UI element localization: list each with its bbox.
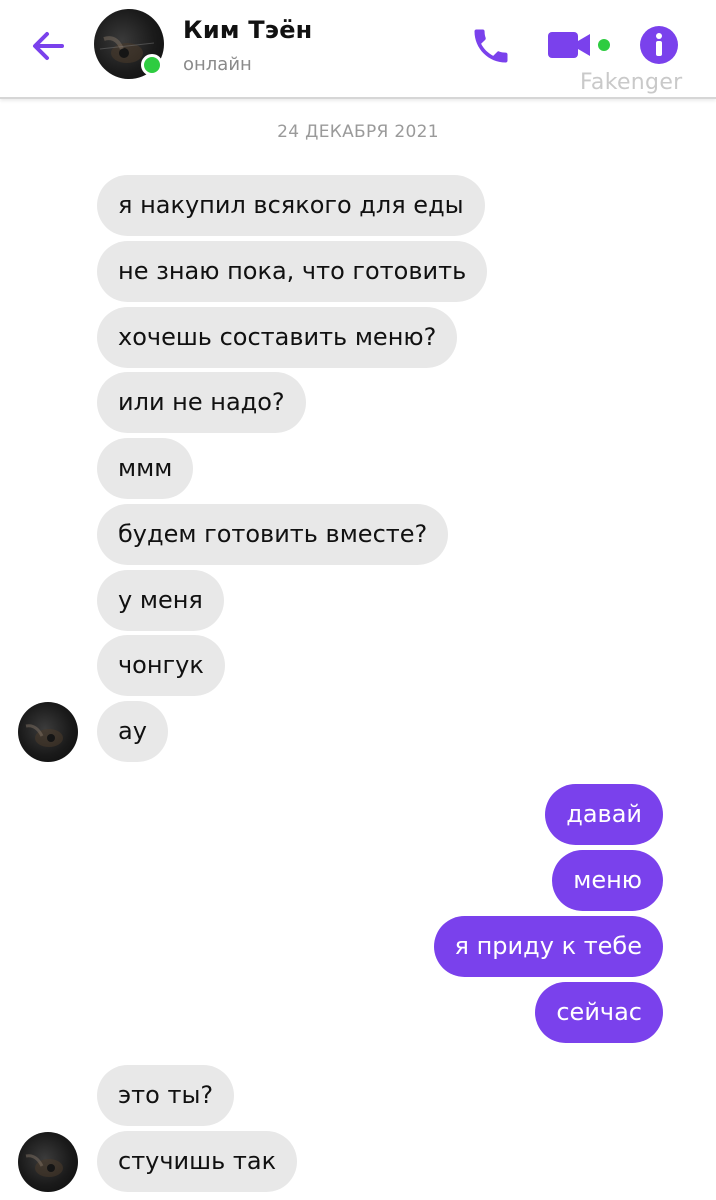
message-bubble-outgoing[interactable]: давай — [545, 784, 663, 845]
watermark: Fakenger — [580, 70, 683, 95]
message-bubble-incoming[interactable]: будем готовить вместе? — [97, 504, 449, 565]
message-bubble-incoming[interactable]: я накупил всякого для еды — [97, 175, 485, 236]
message-bubble-outgoing[interactable]: я приду к тебе — [433, 916, 663, 977]
online-indicator — [141, 54, 163, 76]
message-bubble-incoming[interactable]: у меня — [97, 570, 224, 631]
info-button[interactable] — [638, 24, 680, 66]
date-separator: 24 ДЕКАБРЯ 2021 — [277, 122, 439, 142]
arrow-left-icon — [33, 32, 64, 60]
info-icon — [640, 26, 678, 64]
call-button[interactable] — [469, 24, 513, 68]
contact-status: онлайн — [183, 54, 252, 75]
message-bubble-incoming[interactable]: не знаю пока, что готовить — [97, 241, 488, 302]
message-bubble-incoming[interactable]: хочешь составить меню? — [97, 307, 458, 368]
message-bubble-outgoing[interactable]: меню — [552, 850, 663, 911]
chat-header: Ким Тэён онлайн Fakenger — [0, 0, 716, 99]
back-button[interactable] — [26, 24, 70, 68]
contact-name[interactable]: Ким Тэён — [183, 16, 312, 44]
sender-avatar[interactable] — [18, 1132, 78, 1192]
message-bubble-incoming[interactable]: ммм — [97, 438, 194, 499]
message-bubble-outgoing[interactable]: сейчас — [535, 982, 663, 1043]
message-bubble-incoming[interactable]: или не надо? — [97, 372, 306, 433]
message-bubble-incoming[interactable]: стучишь так — [97, 1131, 298, 1192]
sender-avatar[interactable] — [18, 702, 78, 762]
video-call-button[interactable] — [546, 28, 614, 64]
message-bubble-incoming[interactable]: это ты? — [97, 1065, 235, 1126]
phone-icon — [474, 29, 508, 63]
message-bubble-incoming[interactable]: чонгук — [97, 635, 225, 696]
message-bubble-incoming[interactable]: ау — [97, 701, 168, 762]
contact-avatar[interactable] — [94, 9, 164, 79]
video-camera-icon — [548, 32, 610, 58]
